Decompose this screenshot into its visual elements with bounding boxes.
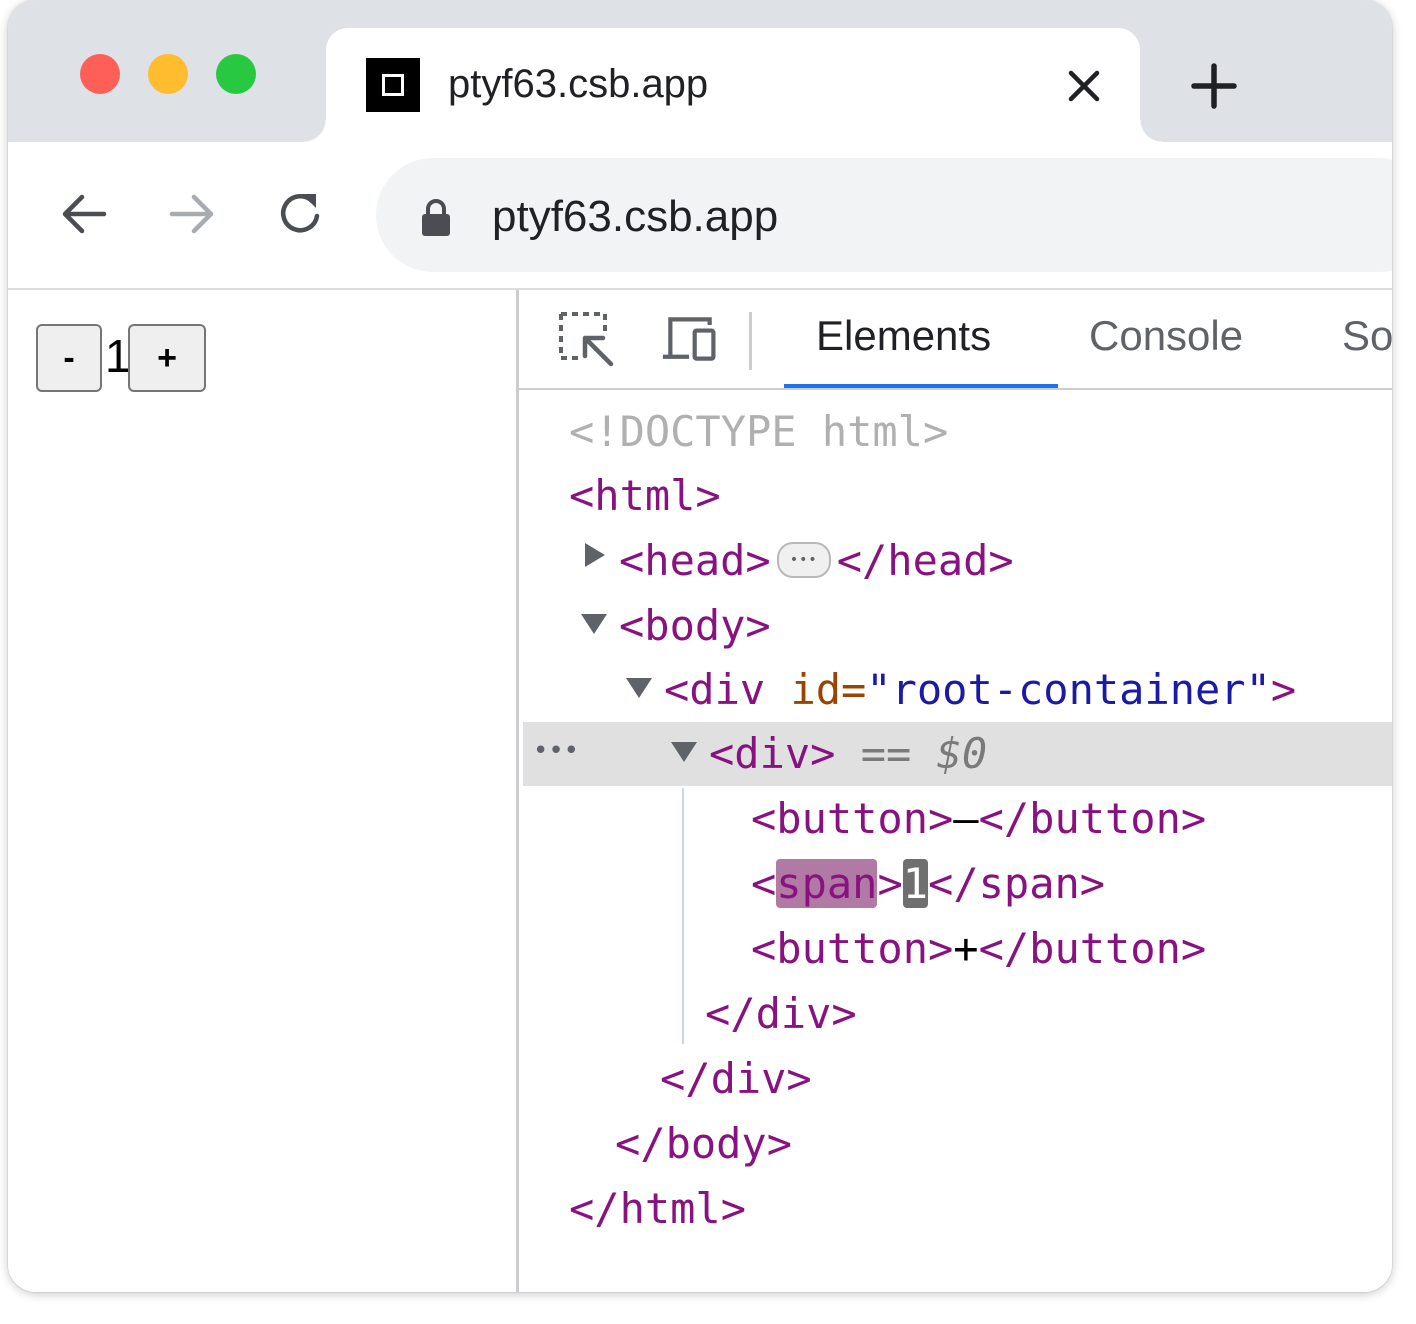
page-viewport: - 1 +	[8, 290, 519, 1292]
inspect-element-icon[interactable]	[557, 310, 615, 368]
button-open-tag: <button>	[751, 794, 954, 843]
expand-triangle-icon[interactable]	[585, 543, 605, 567]
dom-node-span[interactable]: <span>1</span>	[519, 852, 1392, 916]
doctype-text: <!DOCTYPE html>	[569, 407, 949, 456]
new-tab-icon[interactable]	[1186, 58, 1242, 114]
div-open-tag-end: >	[1270, 665, 1297, 714]
dom-node-body[interactable]: <body>	[519, 594, 1392, 658]
selected-node-marker: == $0	[860, 729, 988, 778]
tab-elements[interactable]: Elements	[816, 312, 991, 360]
active-tab-indicator	[784, 384, 1058, 388]
button-close-tag: </button>	[978, 794, 1207, 843]
button-open-tag: <button>	[751, 924, 954, 973]
lock-icon[interactable]	[420, 198, 452, 238]
browser-window: ptyf63.csb.app ptyf63.csb.app - 1 + Elem…	[8, 0, 1392, 1292]
dom-node-button-plus[interactable]: <button>+</button>	[519, 917, 1392, 981]
device-toolbar-icon[interactable]	[661, 310, 719, 368]
reload-icon[interactable]	[272, 186, 328, 242]
back-arrow-icon[interactable]	[56, 186, 112, 242]
collapse-triangle-icon[interactable]	[626, 678, 652, 698]
attribute-value: "root-container"	[866, 665, 1271, 714]
span-close-tag: </span>	[928, 859, 1106, 908]
devtools-panel: Elements Console So <!DOCTYPE html> <htm…	[519, 290, 1392, 1292]
collapse-triangle-icon[interactable]	[671, 742, 697, 762]
dom-node-button-minus[interactable]: <button>–</button>	[519, 787, 1392, 851]
div-close-tag: </div>	[705, 989, 857, 1038]
devtools-toolbar: Elements Console So	[519, 290, 1392, 390]
url-text: ptyf63.csb.app	[492, 192, 779, 241]
html-close-tag: </html>	[569, 1184, 747, 1233]
dom-node-div-close[interactable]: </div>	[519, 982, 1392, 1046]
span-gt: >	[877, 859, 903, 908]
div-close-tag: </div>	[660, 1054, 812, 1103]
body-close-tag: </body>	[615, 1119, 793, 1168]
close-window-button[interactable]	[80, 54, 120, 94]
toolbar-separator	[749, 312, 752, 370]
minimize-window-button[interactable]	[148, 54, 188, 94]
span-lt: <	[751, 859, 777, 908]
tab-sources[interactable]: So	[1342, 312, 1392, 360]
dom-node-head[interactable]: <head> </head>	[519, 529, 1392, 593]
close-tab-icon[interactable]	[1062, 64, 1106, 108]
span-text-highlight: 1	[902, 859, 929, 908]
tab-console[interactable]: Console	[1089, 312, 1243, 360]
html-open-tag: <html>	[569, 471, 721, 520]
address-bar[interactable]: ptyf63.csb.app	[376, 158, 1392, 272]
browser-tab[interactable]: ptyf63.csb.app	[304, 28, 1162, 142]
head-open-tag: <head>	[619, 536, 771, 585]
button-text: +	[953, 924, 979, 973]
decrement-button[interactable]: -	[36, 324, 102, 392]
dom-node-root-container[interactable]: <div id="root-container">	[519, 658, 1392, 722]
button-text: –	[953, 794, 979, 843]
forward-arrow-icon[interactable]	[164, 186, 220, 242]
div-open-tag: <div	[664, 665, 791, 714]
div-open-tag: <div>	[709, 729, 836, 778]
dom-node-root-close[interactable]: </div>	[519, 1047, 1392, 1111]
codesandbox-favicon-icon	[366, 58, 420, 112]
dom-node-doctype[interactable]: <!DOCTYPE html>	[519, 400, 1392, 464]
increment-button[interactable]: +	[128, 324, 206, 392]
dom-node-selected-div[interactable]: ••• <div> == $0	[523, 722, 1392, 786]
more-actions-icon[interactable]: •••	[533, 722, 579, 780]
body-open-tag: <body>	[619, 601, 771, 650]
span-tag-name-highlight: span	[776, 859, 878, 908]
tab-strip: ptyf63.csb.app	[8, 0, 1392, 142]
counter-value: 1	[105, 330, 131, 382]
dom-node-body-close[interactable]: </body>	[519, 1112, 1392, 1176]
tab-title: ptyf63.csb.app	[448, 62, 709, 106]
collapse-triangle-icon[interactable]	[581, 614, 607, 634]
maximize-window-button[interactable]	[216, 54, 256, 94]
collapsed-content-icon[interactable]	[776, 541, 831, 578]
browser-toolbar: ptyf63.csb.app	[8, 142, 1392, 290]
dom-node-html[interactable]: <html>	[519, 464, 1392, 528]
button-close-tag: </button>	[978, 924, 1207, 973]
head-close-tag: </head>	[836, 536, 1014, 585]
attribute-name: id=	[790, 665, 867, 714]
dom-node-html-close[interactable]: </html>	[519, 1177, 1392, 1241]
